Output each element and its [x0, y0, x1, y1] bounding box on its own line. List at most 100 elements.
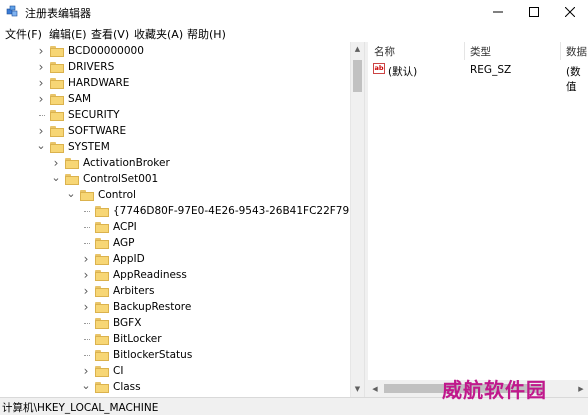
string-value-icon: ab	[373, 63, 385, 74]
minimize-icon	[493, 11, 503, 13]
column-separator[interactable]	[464, 42, 465, 60]
menu-bar: 文件(F) 编辑(E) 查看(V) 收藏夹(A) 帮助(H)	[0, 24, 588, 42]
tree-node-label: DRIVERS	[68, 61, 115, 73]
menu-help[interactable]: 帮助(H)	[187, 26, 226, 42]
folder-icon	[50, 61, 64, 73]
chevron-right-icon[interactable]: ›	[81, 283, 91, 299]
folder-icon	[95, 349, 109, 361]
chevron-down-icon[interactable]: ⌄	[66, 187, 76, 203]
tree-node[interactable]: › HARDWARE	[36, 75, 130, 91]
tree-node-label: AppReadiness	[113, 269, 187, 281]
folder-icon	[95, 285, 109, 297]
tree-node-label: ControlSet001	[83, 173, 159, 185]
folder-icon	[65, 173, 79, 185]
column-header-data[interactable]: 数据	[566, 44, 587, 59]
chevron-down-icon[interactable]: ⌄	[36, 139, 46, 155]
tree-node-label: ActivationBroker	[83, 157, 170, 169]
tree-node-label: BackupRestore	[113, 301, 192, 313]
tree-node[interactable]: ⌄ SYSTEM	[36, 139, 110, 155]
chevron-right-icon[interactable]: ›	[36, 75, 46, 91]
menu-edit[interactable]: 编辑(E)	[49, 26, 87, 42]
tree-node-label: AGP	[113, 237, 135, 249]
menu-file[interactable]: 文件(F)	[5, 26, 42, 42]
folder-icon	[95, 381, 109, 393]
folder-icon	[50, 125, 64, 137]
chevron-down-icon[interactable]: ⌄	[81, 379, 91, 395]
scroll-thumb[interactable]	[353, 60, 362, 92]
folder-icon	[95, 237, 109, 249]
menu-favorites[interactable]: 收藏夹(A)	[134, 26, 183, 42]
registry-tree[interactable]: › BCD00000000 › DRIVERS › HARDWARE › SAM SECURIT…	[0, 42, 364, 397]
tree-line	[36, 107, 46, 123]
scroll-down-icon[interactable]: ▼	[351, 382, 364, 396]
status-path: 计算机\HKEY_LOCAL_MACHINE	[2, 402, 159, 414]
tree-node[interactable]: ⌄ Class	[81, 379, 141, 395]
tree-node-label: {7746D80F-97E0-4E26-9543-26B41FC22F79}	[113, 205, 356, 217]
tree-node[interactable]: › DRIVERS	[36, 59, 115, 75]
chevron-right-icon[interactable]: ›	[81, 363, 91, 379]
tree-line	[81, 219, 91, 235]
tree-node-label: BGFX	[113, 317, 142, 329]
folder-icon	[65, 157, 79, 169]
tree-line	[81, 315, 91, 331]
tree-line	[81, 203, 91, 219]
value-data: (数值	[566, 66, 581, 93]
close-icon	[565, 7, 575, 17]
tree-node[interactable]: › ActivationBroker	[51, 155, 170, 171]
tree-node[interactable]: › SAM	[36, 91, 92, 107]
tree-node[interactable]: BGFX	[81, 315, 141, 331]
tree-node-label: Control	[98, 189, 136, 201]
chevron-right-icon[interactable]: ›	[36, 123, 46, 139]
chevron-right-icon[interactable]: ›	[81, 251, 91, 267]
tree-node[interactable]: › BCD00000000	[36, 43, 144, 59]
tree-node[interactable]: › SOFTWARE	[36, 123, 127, 139]
tree-node[interactable]: BitLocker	[81, 331, 162, 347]
tree-node[interactable]: › Arbiters	[81, 283, 155, 299]
folder-icon	[95, 269, 109, 281]
scroll-left-icon[interactable]: ◀	[368, 380, 382, 397]
tree-node-label: BitlockerStatus	[113, 349, 193, 361]
chevron-right-icon[interactable]: ›	[81, 299, 91, 315]
tree-node[interactable]: ACPI	[81, 219, 137, 235]
menu-view[interactable]: 查看(V)	[91, 26, 129, 42]
tree-node-label: Arbiters	[113, 285, 155, 297]
tree-node[interactable]: {7746D80F-97E0-4E26-9543-26B41FC22F79}	[81, 203, 356, 219]
tree-line	[81, 235, 91, 251]
folder-icon	[95, 333, 109, 345]
tree-node[interactable]: BitlockerStatus	[81, 347, 192, 363]
tree-node[interactable]: › BackupRestore	[81, 299, 192, 315]
chevron-right-icon[interactable]: ›	[36, 91, 46, 107]
title-bar: 注册表编辑器	[0, 0, 588, 24]
tree-node[interactable]: › AppReadiness	[81, 267, 187, 283]
tree-node-label: Class	[113, 381, 141, 393]
maximize-button[interactable]	[516, 0, 552, 24]
minimize-button[interactable]	[480, 0, 516, 24]
window-title: 注册表编辑器	[25, 7, 91, 20]
scroll-up-icon[interactable]: ▲	[351, 42, 364, 56]
tree-node[interactable]: ⌄ Control	[66, 187, 136, 203]
tree-node[interactable]: AGP	[81, 235, 134, 251]
chevron-right-icon[interactable]: ›	[36, 43, 46, 59]
column-header-name[interactable]: 名称	[374, 44, 395, 59]
chevron-right-icon[interactable]: ›	[51, 155, 61, 171]
value-row[interactable]: ab (默认) REG_SZ (数值	[368, 62, 588, 93]
tree-node-label: SECURITY	[68, 109, 120, 121]
column-header-type[interactable]: 类型	[470, 44, 491, 59]
chevron-right-icon[interactable]: ›	[81, 267, 91, 283]
tree-node-label: SYSTEM	[68, 141, 110, 153]
tree-node[interactable]: SECURITY	[36, 107, 120, 123]
close-button[interactable]	[552, 0, 588, 24]
folder-icon	[50, 109, 64, 121]
chevron-right-icon[interactable]: ›	[36, 59, 46, 75]
tree-node[interactable]: › AppID	[81, 251, 145, 267]
folder-icon	[95, 205, 109, 217]
folder-icon	[50, 141, 64, 153]
column-separator[interactable]	[560, 42, 561, 60]
tree-node-label: CI	[113, 365, 124, 377]
tree-vertical-scrollbar[interactable]: ▲ ▼	[350, 42, 364, 397]
values-list[interactable]: 名称 类型 数据 ab (默认) REG_SZ (数值	[368, 42, 588, 397]
tree-node[interactable]: ⌄ ControlSet001	[51, 171, 158, 187]
scroll-right-icon[interactable]: ▶	[574, 380, 588, 397]
chevron-down-icon[interactable]: ⌄	[51, 171, 61, 187]
tree-node[interactable]: › CI	[81, 363, 124, 379]
